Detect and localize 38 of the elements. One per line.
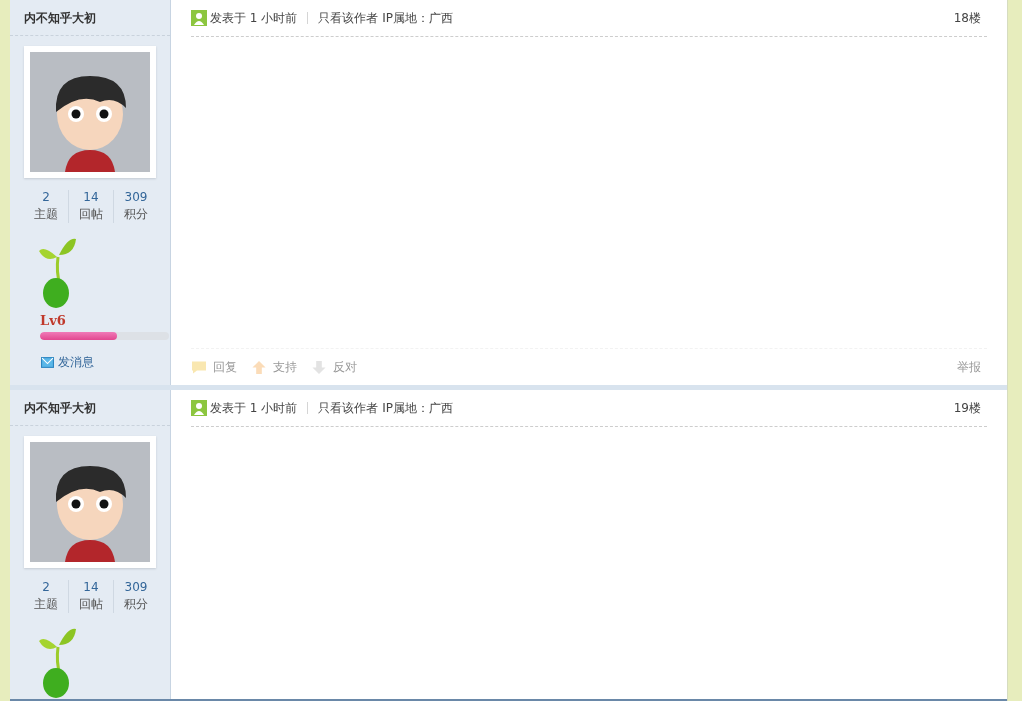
sprout-icon [38,627,78,699]
floor-number[interactable]: 18楼 [953,9,981,27]
floor-number[interactable]: 19楼 [953,399,981,417]
ip-location: IP属地：广西 [382,9,454,27]
author-only-link[interactable]: 只看该作者 [318,9,379,27]
stat-value[interactable]: 2 [42,190,50,204]
author-name[interactable]: 内不知乎大初 [10,390,170,426]
post-time: 发表于 1 小时前 [210,399,298,417]
user-icon [191,400,207,416]
author-name[interactable]: 内不知乎大初 [10,0,170,36]
level-label: Lv6 [40,313,66,328]
report-link[interactable]: 举报 [957,358,981,376]
reply-action[interactable]: 回复 [191,358,237,376]
envelope-icon [41,357,54,368]
author-only-link[interactable]: 只看该作者 [318,399,379,417]
stat-label: 主题 [34,206,58,223]
stat-label: 主题 [34,596,58,613]
stat-value[interactable]: 309 [124,190,148,204]
ip-location: IP属地：广西 [382,399,454,417]
oppose-action[interactable]: 反对 [311,358,357,376]
stat-value[interactable]: 2 [42,580,50,594]
stat-label: 回帖 [79,596,103,613]
down-arrow-icon [311,359,327,375]
support-action[interactable]: 支持 [251,358,297,376]
stat-label: 积分 [124,596,148,613]
avatar-drawing[interactable] [30,52,150,172]
speech-bubble-icon [191,359,207,375]
stat-value[interactable]: 14 [83,580,99,594]
stat-label: 积分 [124,206,148,223]
up-arrow-icon [251,359,267,375]
user-icon [191,10,207,26]
stat-value[interactable]: 14 [83,190,99,204]
sprout-icon [38,237,78,309]
stat-value[interactable]: 309 [124,580,148,594]
avatar-drawing[interactable] [30,442,150,562]
stat-label: 回帖 [79,206,103,223]
post-time: 发表于 1 小时前 [210,9,298,27]
send-message-link[interactable]: 发消息 [41,354,94,371]
